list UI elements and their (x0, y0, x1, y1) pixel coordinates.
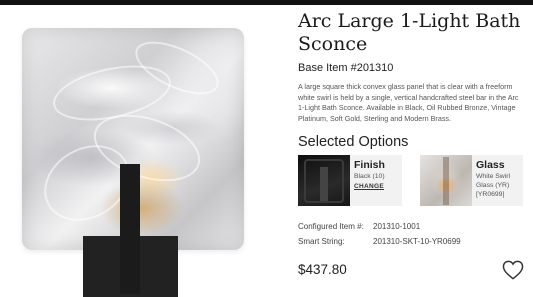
glass-swatch (420, 155, 472, 206)
selected-options-heading: Selected Options (298, 134, 409, 150)
configured-item-row: Configured Item #: 201310-1001 (298, 222, 420, 231)
glass-option-card[interactable]: Glass White Swirl Glass (YR) [YR0699] (420, 155, 523, 206)
configured-item-value: 201310-1001 (373, 222, 421, 231)
glass-value-line2: Glass (YR) (476, 182, 510, 189)
finish-option-card[interactable]: Finish Black (10) CHANGE (298, 155, 402, 206)
smart-string-value: 201310-SKT-10-YR0699 (373, 237, 461, 246)
configured-item-label: Configured Item #: (298, 222, 364, 231)
glass-value-line3: [YR0699] (476, 191, 505, 198)
heart-icon[interactable] (502, 260, 524, 280)
steel-bar (120, 164, 140, 294)
smart-string-row: Smart String: 201310-SKT-10-YR0699 (298, 237, 461, 246)
top-bar (0, 0, 533, 5)
base-item-number: Base Item #201310 (298, 62, 394, 74)
smart-string-label: Smart String: (298, 237, 345, 246)
finish-value: Black (10) (354, 173, 385, 180)
finish-label: Finish (354, 159, 385, 171)
product-title: Arc Large 1-Light Bath Sconce (298, 10, 521, 55)
product-description: A large square thick convex glass panel … (298, 82, 519, 123)
glass-value-line1: White Swirl (476, 173, 510, 180)
glass-label: Glass (476, 159, 505, 171)
product-image (8, 18, 278, 297)
finish-swatch (298, 155, 350, 206)
product-price: $437.80 (298, 262, 347, 277)
change-finish-link[interactable]: CHANGE (354, 183, 385, 190)
